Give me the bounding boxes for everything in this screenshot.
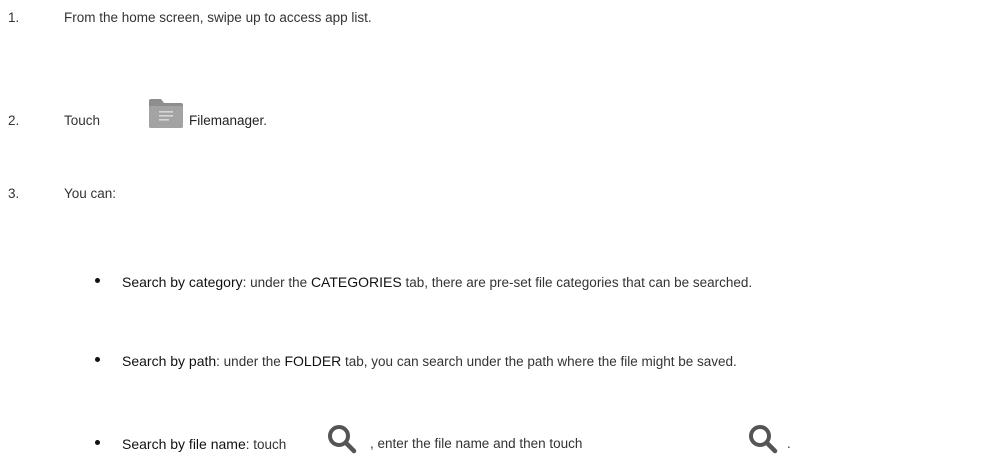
- step-number: 1.: [8, 10, 20, 25]
- bullet-part: tab, there are pre-set file categories t…: [401, 275, 753, 290]
- step-text: From the home screen, swipe up to access…: [64, 10, 372, 25]
- bullet-part: .: [787, 436, 791, 451]
- tab-name: CATEGORIES: [310, 274, 402, 290]
- bullet-part: : under the: [242, 275, 311, 290]
- step-number: 2.: [8, 113, 20, 128]
- bullet-dot: [95, 440, 100, 445]
- bullet-label: Search by file name: [122, 436, 246, 452]
- bullet-text: Search by category: under the CATEGORIES…: [122, 272, 752, 293]
- step-text: You can:: [64, 186, 117, 201]
- bullet-part: , enter the file name and then touch: [370, 436, 583, 451]
- step-text: Touch: [64, 111, 100, 131]
- bullet-text-end: .: [787, 434, 791, 454]
- bullet-dot: [95, 357, 100, 362]
- search-icon: [328, 425, 357, 454]
- bullet-part: : under the: [216, 354, 285, 369]
- step-touch-label: Touch: [64, 113, 101, 128]
- app-name-text: Filemanager.: [189, 111, 267, 131]
- app-name-period: .: [263, 113, 268, 128]
- folder-icon: [149, 99, 183, 128]
- tab-name: FOLDER: [284, 353, 342, 369]
- bullet-dot: [95, 278, 100, 283]
- search-icon: [749, 425, 778, 454]
- bullet-label: Search by category: [122, 274, 243, 290]
- bullet-text: Search by file name: touch: [122, 434, 286, 455]
- bullet-part: tab, you can search under the path where…: [341, 354, 737, 369]
- step-number: 3.: [8, 186, 20, 201]
- bullet-part: : touch: [245, 437, 287, 452]
- app-name: Filemanager: [189, 113, 264, 128]
- bullet-text: Search by path: under the FOLDER tab, yo…: [122, 351, 737, 372]
- bullet-text-continued: , enter the file name and then touch: [370, 434, 582, 454]
- bullet-label: Search by path: [122, 353, 217, 369]
